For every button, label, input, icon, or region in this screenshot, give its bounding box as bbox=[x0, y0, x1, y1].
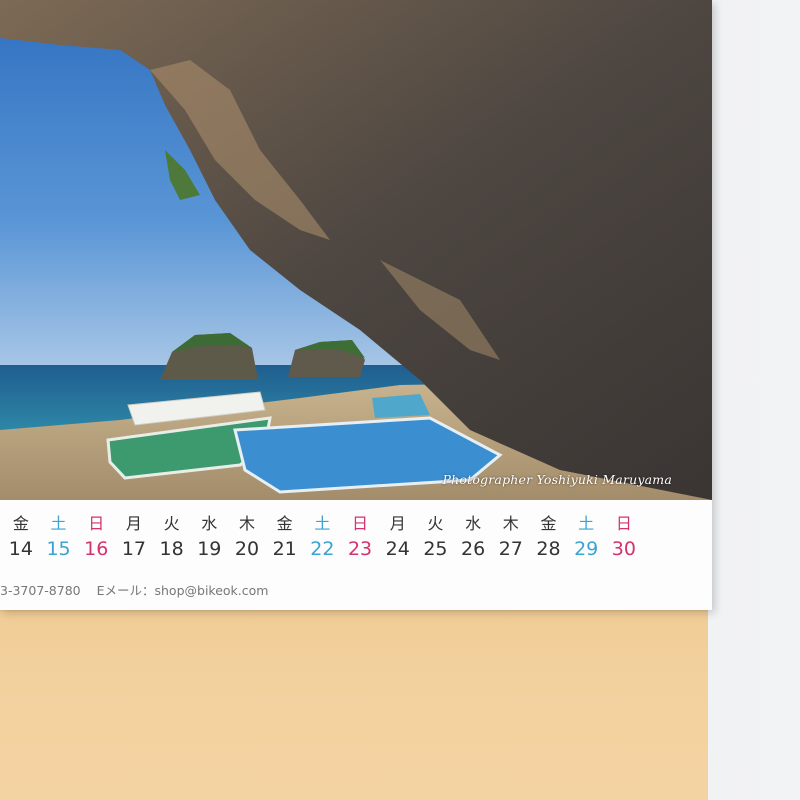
weekday-label: 月 bbox=[389, 514, 406, 533]
weekday-label: 水 bbox=[201, 514, 218, 533]
calendar-sheet: Photographer Yoshiyuki Maruyama 金 土 日 月 火 水 木 金… bbox=[0, 0, 712, 610]
photo-credit: Photographer Yoshiyuki Maruyama bbox=[442, 472, 672, 487]
photo-illustration bbox=[0, 0, 712, 500]
date-cell: 17 bbox=[121, 538, 146, 560]
date-cell: 21 bbox=[272, 538, 297, 560]
date-row: 14 15 16 17 18 19 20 21 22 23 24 25 26 27 28 29 30 bbox=[2, 538, 643, 560]
weekday-label: 水 bbox=[465, 514, 482, 533]
weekday-label: 金 bbox=[276, 514, 293, 533]
weekday-label: 金 bbox=[12, 514, 29, 533]
weekday-label: 金 bbox=[540, 514, 557, 533]
date-cell: 23 bbox=[347, 538, 373, 560]
weekday-label: 木 bbox=[502, 514, 519, 533]
date-cell: 16 bbox=[84, 538, 109, 560]
date-cell: 25 bbox=[423, 538, 448, 560]
weekday-label: 月 bbox=[125, 514, 142, 533]
contact-phone: 3-3707-8780 bbox=[0, 583, 81, 598]
weekday-label: 土 bbox=[314, 514, 331, 533]
date-cell: 14 bbox=[8, 538, 33, 560]
date-cell: 29 bbox=[574, 538, 599, 560]
weekday-label: 火 bbox=[427, 514, 444, 533]
weekday-label: 土 bbox=[578, 514, 595, 533]
weekday-label: 木 bbox=[238, 514, 255, 533]
weekday-row: 金土日月火水木金土日月火水木金土日 bbox=[2, 510, 643, 534]
weekday-label: 土 bbox=[50, 514, 67, 533]
cardboard-backing bbox=[0, 606, 708, 800]
calendar-photo: Photographer Yoshiyuki Maruyama bbox=[0, 0, 712, 500]
date-cell: 22 bbox=[310, 538, 335, 560]
date-cell: 30 bbox=[611, 538, 636, 560]
date-cell: 15 bbox=[46, 538, 71, 560]
date-cell: 28 bbox=[536, 538, 561, 560]
date-cell: 27 bbox=[498, 538, 523, 560]
weekday-label: 日 bbox=[88, 514, 105, 533]
contact-email: Eメール：shop@bikeok.com bbox=[96, 583, 269, 598]
date-cell: 26 bbox=[461, 538, 486, 560]
date-cell: 24 bbox=[385, 538, 410, 560]
date-cell: 18 bbox=[159, 538, 184, 560]
weekday-label: 日 bbox=[352, 514, 369, 533]
date-cell: 19 bbox=[197, 538, 222, 560]
weekday-label: 火 bbox=[163, 514, 180, 533]
date-cell: 20 bbox=[234, 538, 260, 560]
boat-small bbox=[372, 394, 430, 418]
weekday-label: 日 bbox=[615, 514, 632, 533]
contact-line: 3-3707-8780 Eメール：shop@bikeok.com bbox=[0, 580, 268, 599]
